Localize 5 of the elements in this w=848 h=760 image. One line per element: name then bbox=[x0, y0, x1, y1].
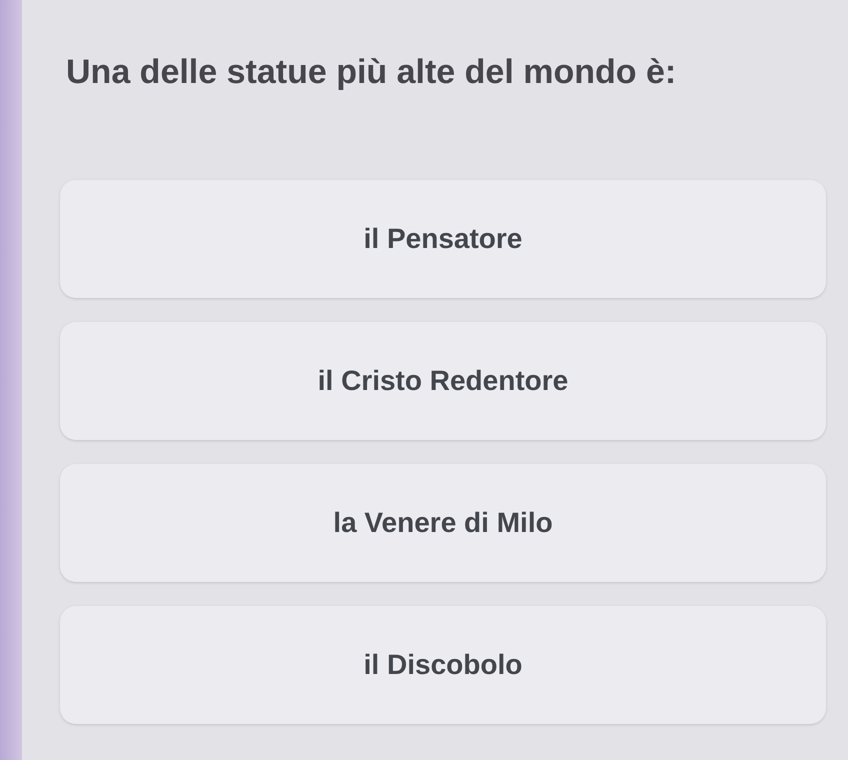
answer-option[interactable]: la Venere di Milo bbox=[60, 464, 826, 582]
question-text: Una delle statue più alte del mondo è: bbox=[66, 52, 676, 93]
answer-option[interactable]: il Discobolo bbox=[60, 606, 826, 724]
answer-option[interactable]: il Pensatore bbox=[60, 180, 826, 298]
answer-option[interactable]: il Cristo Redentore bbox=[60, 322, 826, 440]
